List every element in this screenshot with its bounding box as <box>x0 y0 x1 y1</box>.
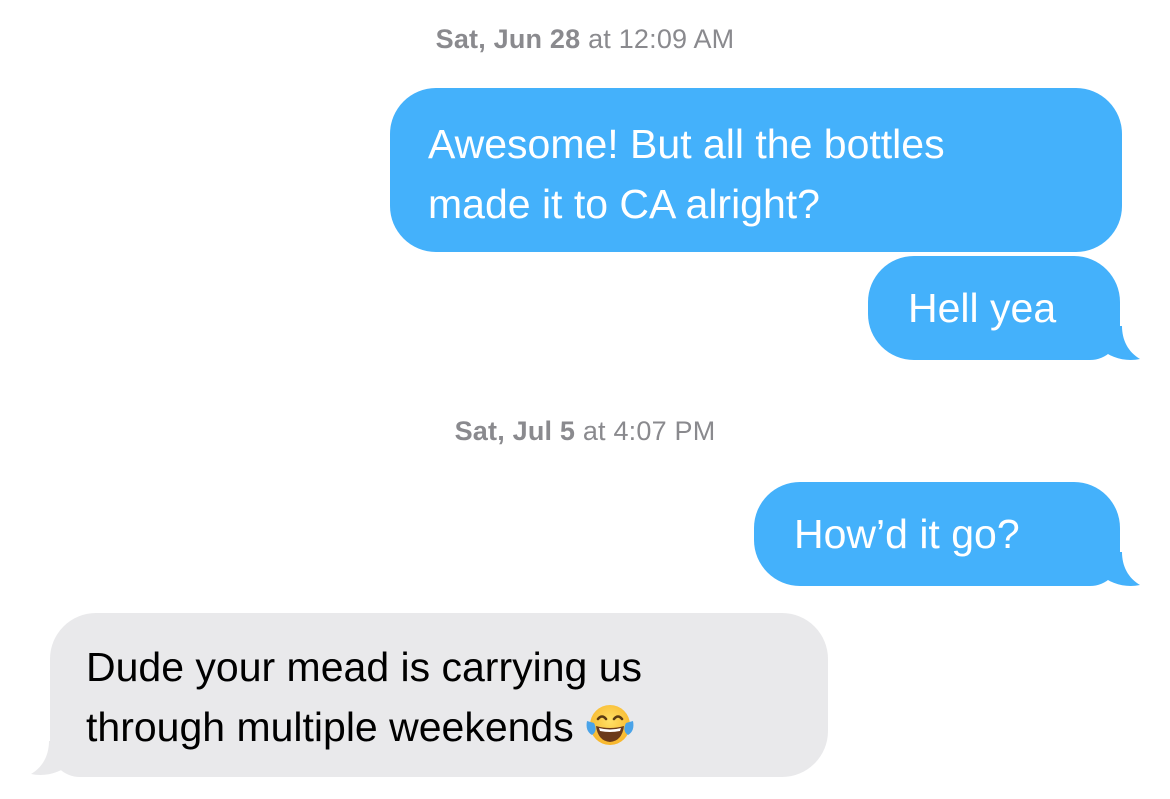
timestamp-day: Sat, Jul 5 <box>454 416 576 446</box>
message-text: How’d it go? <box>794 511 1020 557</box>
message-text-line: Dude your mead is carrying us <box>86 644 643 690</box>
sent-message-bubble[interactable]: Awesome! But all the bottles made it to … <box>390 88 1122 252</box>
message-text: through multiple weekends <box>86 704 574 750</box>
bubble-tail-icon <box>1100 326 1140 360</box>
timestamp-jul-5: Sat, Jul 5 at 4:07 PM <box>0 416 1170 447</box>
message-text-line: Awesome! But all the bottles <box>428 121 945 167</box>
received-message-bubble[interactable]: Dude your mead is carrying us through mu… <box>50 613 828 777</box>
message-text: Hell yea <box>908 285 1057 331</box>
sent-message-bubble[interactable]: Hell yea <box>868 256 1120 360</box>
bubble-tail-icon <box>1100 552 1140 586</box>
timestamp-time: at 12:09 AM <box>588 24 735 54</box>
timestamp-day: Sat, Jun 28 <box>435 24 581 54</box>
timestamp-time: at 4:07 PM <box>582 416 716 446</box>
sent-message-bubble[interactable]: How’d it go? <box>754 482 1120 586</box>
message-text-line: made it to CA alright? <box>428 181 820 227</box>
timestamp-jun-28: Sat, Jun 28 at 12:09 AM <box>0 24 1170 55</box>
face-with-tears-of-joy-icon <box>586 705 634 745</box>
bubble-tail-icon <box>31 741 71 775</box>
message-text-line: through multiple weekends <box>86 697 828 757</box>
